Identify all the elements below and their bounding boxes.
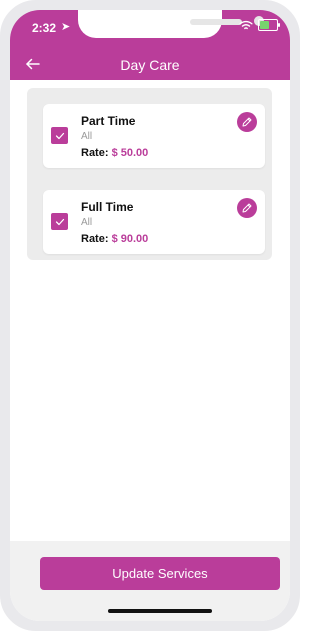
services-panel: Part Time All Rate: $ 50.00 Full Time Al… — [27, 88, 272, 260]
edit-button[interactable] — [237, 198, 257, 218]
pencil-icon — [242, 203, 252, 213]
status-icons — [239, 19, 280, 31]
bottom-bar: Update Services — [10, 541, 290, 621]
check-icon — [55, 218, 64, 225]
update-services-button[interactable]: Update Services — [40, 557, 280, 590]
notch — [78, 10, 264, 38]
service-name: Full Time — [81, 200, 134, 214]
rate-label: Rate: — [81, 147, 109, 159]
service-subtitle: All — [81, 217, 93, 228]
battery-icon — [258, 19, 280, 31]
service-checkbox[interactable] — [51, 127, 68, 144]
status-bar: 2:32 ➤ — [10, 10, 290, 48]
service-card: Full Time All Rate: $ 90.00 — [43, 190, 265, 254]
screen: 2:32 ➤ Day Care Part Time All Rate: $ 50… — [10, 10, 290, 621]
battery-level — [260, 21, 269, 29]
service-checkbox[interactable] — [51, 213, 68, 230]
rate-value: $ 90.00 — [111, 233, 149, 245]
page-title: Day Care — [120, 57, 180, 73]
location-arrow-icon: ➤ — [61, 21, 71, 33]
service-rate: Rate: $ 90.00 — [81, 233, 148, 245]
home-indicator — [108, 609, 212, 613]
app-bar: Day Care — [10, 48, 290, 80]
speaker — [190, 19, 242, 25]
service-name: Part Time — [81, 114, 136, 128]
wifi-icon — [239, 20, 253, 29]
phone-frame: 2:32 ➤ Day Care Part Time All Rate: $ 50… — [0, 0, 300, 631]
service-card: Part Time All Rate: $ 50.00 — [43, 104, 265, 168]
pencil-icon — [242, 117, 252, 127]
edit-button[interactable] — [237, 112, 257, 132]
status-time: 2:32 — [32, 21, 57, 35]
rate-value: $ 50.00 — [111, 147, 149, 159]
rate-label: Rate: — [81, 233, 109, 245]
service-subtitle: All — [81, 131, 93, 142]
service-rate: Rate: $ 50.00 — [81, 147, 148, 159]
check-icon — [55, 132, 64, 139]
